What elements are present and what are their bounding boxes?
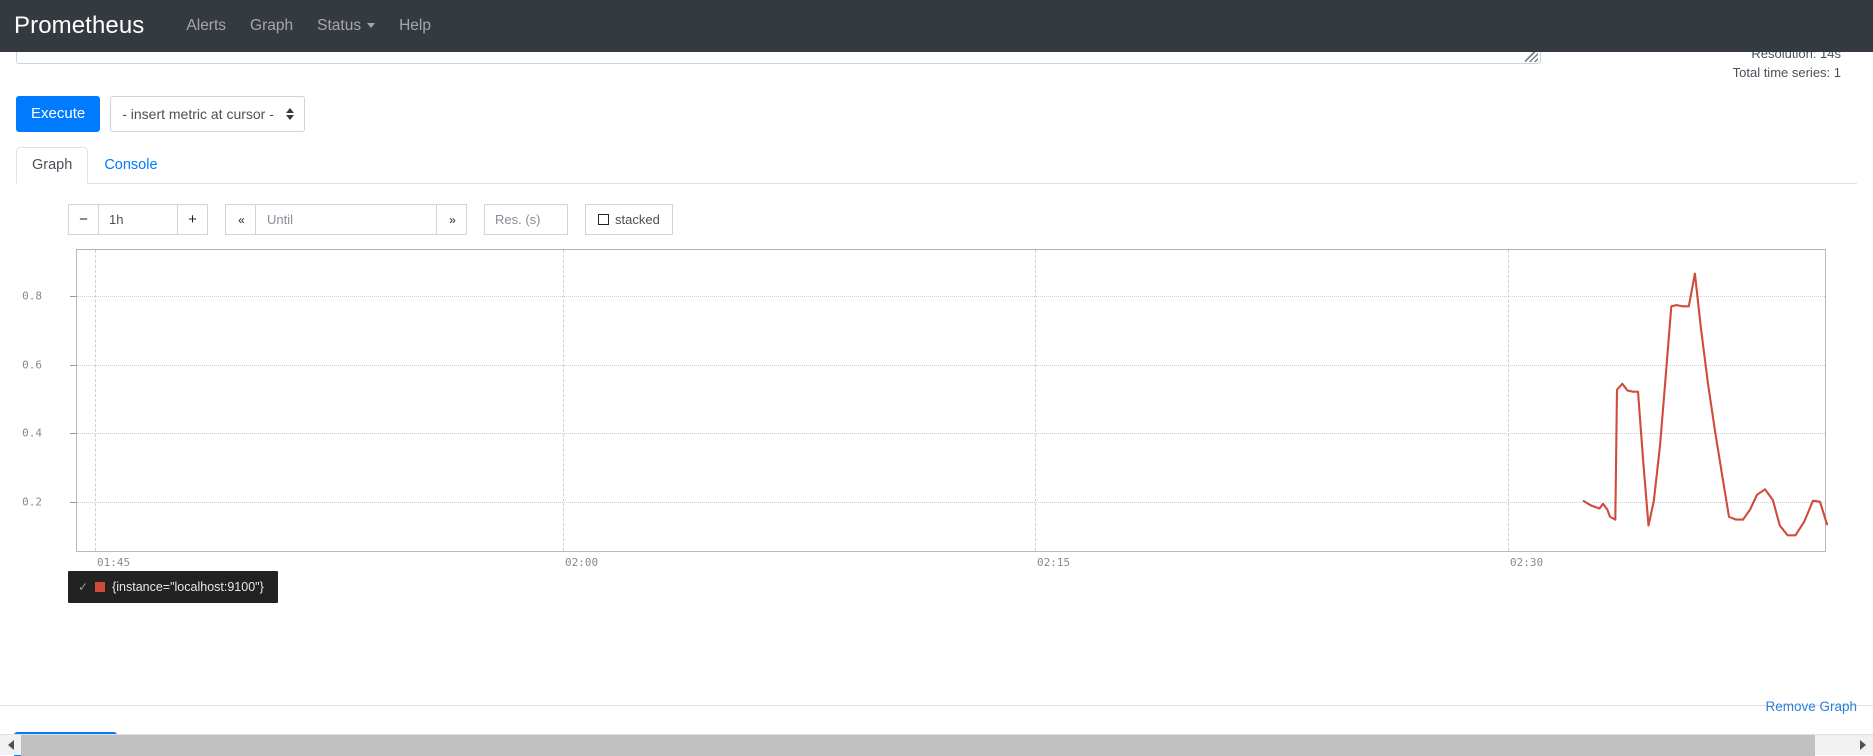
triangle-right-icon xyxy=(1860,740,1866,750)
range-group: − 1h + xyxy=(68,204,208,235)
until-group: « Until » xyxy=(225,204,467,235)
scrollbar-track[interactable] xyxy=(21,735,1852,756)
nav-link-graph[interactable]: Graph xyxy=(238,11,305,41)
remove-graph-link[interactable]: Remove Graph xyxy=(1765,699,1857,714)
nav-link-help-label: Help xyxy=(399,17,431,34)
xtick-label-02:15: 02:15 xyxy=(1037,556,1070,569)
legend-color-swatch xyxy=(95,582,105,592)
legend-item-localhost-9100[interactable]: ✓ {instance="localhost:9100"} xyxy=(68,571,278,603)
execute-row: Execute - insert metric at cursor - xyxy=(16,76,1857,132)
page-content: Resolution: 14s Total time series: 1 Exe… xyxy=(0,52,1873,579)
nav-links: Alerts Graph Status Help xyxy=(174,11,443,41)
tab-console[interactable]: Console xyxy=(88,147,173,184)
range-increase-button[interactable]: + xyxy=(177,204,208,235)
series-line-localhost-9100 xyxy=(77,250,1827,553)
stacked-label: stacked xyxy=(615,212,660,227)
ytick-label-0.4: 0.4 xyxy=(22,427,42,440)
shift-forward-button[interactable]: » xyxy=(436,204,467,235)
stacked-toggle[interactable]: stacked xyxy=(585,204,673,235)
graph-area: 0.2 0.4 0.6 0.8 01:45 02:00 02:15 02:30 … xyxy=(16,249,1857,579)
until-input[interactable]: Until xyxy=(256,204,436,235)
checkbox-icon xyxy=(598,214,609,225)
chevron-down-icon xyxy=(367,23,375,28)
nav-link-status-label: Status xyxy=(317,17,361,34)
scroll-right-button[interactable] xyxy=(1852,735,1873,756)
range-decrease-button[interactable]: − xyxy=(68,204,99,235)
xtick-label-01:45: 01:45 xyxy=(97,556,130,569)
ytick-label-0.8: 0.8 xyxy=(22,289,42,302)
nav-link-status[interactable]: Status xyxy=(305,11,387,41)
resolution-input[interactable]: Res. (s) xyxy=(484,204,568,235)
tab-graph-label: Graph xyxy=(32,157,72,173)
nav-link-help[interactable]: Help xyxy=(387,11,443,41)
tab-graph[interactable]: Graph xyxy=(16,147,88,184)
query-row: Resolution: 14s Total time series: 1 xyxy=(16,52,1857,76)
scroll-left-button[interactable] xyxy=(0,735,21,756)
brand-prometheus[interactable]: Prometheus xyxy=(14,14,144,38)
double-right-icon: » xyxy=(449,213,454,227)
range-input[interactable]: 1h xyxy=(99,204,177,235)
triangle-left-icon xyxy=(8,740,14,750)
stat-total-time-series: Total time series: 1 xyxy=(1733,63,1841,82)
shift-back-button[interactable]: « xyxy=(225,204,256,235)
insert-metric-select[interactable]: - insert metric at cursor - xyxy=(110,96,305,132)
legend-series-label: {instance="localhost:9100"} xyxy=(112,580,264,594)
execute-button[interactable]: Execute xyxy=(16,96,100,132)
ytick-label-0.2: 0.2 xyxy=(22,496,42,509)
nav-link-alerts[interactable]: Alerts xyxy=(174,11,238,41)
plot-frame[interactable] xyxy=(76,249,1826,552)
select-arrows-icon xyxy=(286,108,294,120)
check-icon: ✓ xyxy=(78,580,88,594)
ytick-label-0.6: 0.6 xyxy=(22,358,42,371)
nav-link-graph-label: Graph xyxy=(250,17,293,34)
scrollbar-thumb[interactable] xyxy=(21,735,1815,756)
footer-divider xyxy=(0,705,1873,706)
horizontal-scrollbar[interactable] xyxy=(0,734,1873,755)
panel-tabs: Graph Console xyxy=(16,148,1857,184)
navbar: Prometheus Alerts Graph Status Help xyxy=(0,0,1873,52)
xtick-label-02:30: 02:30 xyxy=(1510,556,1543,569)
double-left-icon: « xyxy=(238,213,243,227)
tab-console-label: Console xyxy=(104,157,157,173)
nav-link-alerts-label: Alerts xyxy=(186,17,226,34)
graph-controls: − 1h + « Until » Res. (s) stacked xyxy=(16,184,1857,235)
xtick-label-02:00: 02:00 xyxy=(565,556,598,569)
insert-metric-select-value: - insert metric at cursor - xyxy=(122,106,274,122)
